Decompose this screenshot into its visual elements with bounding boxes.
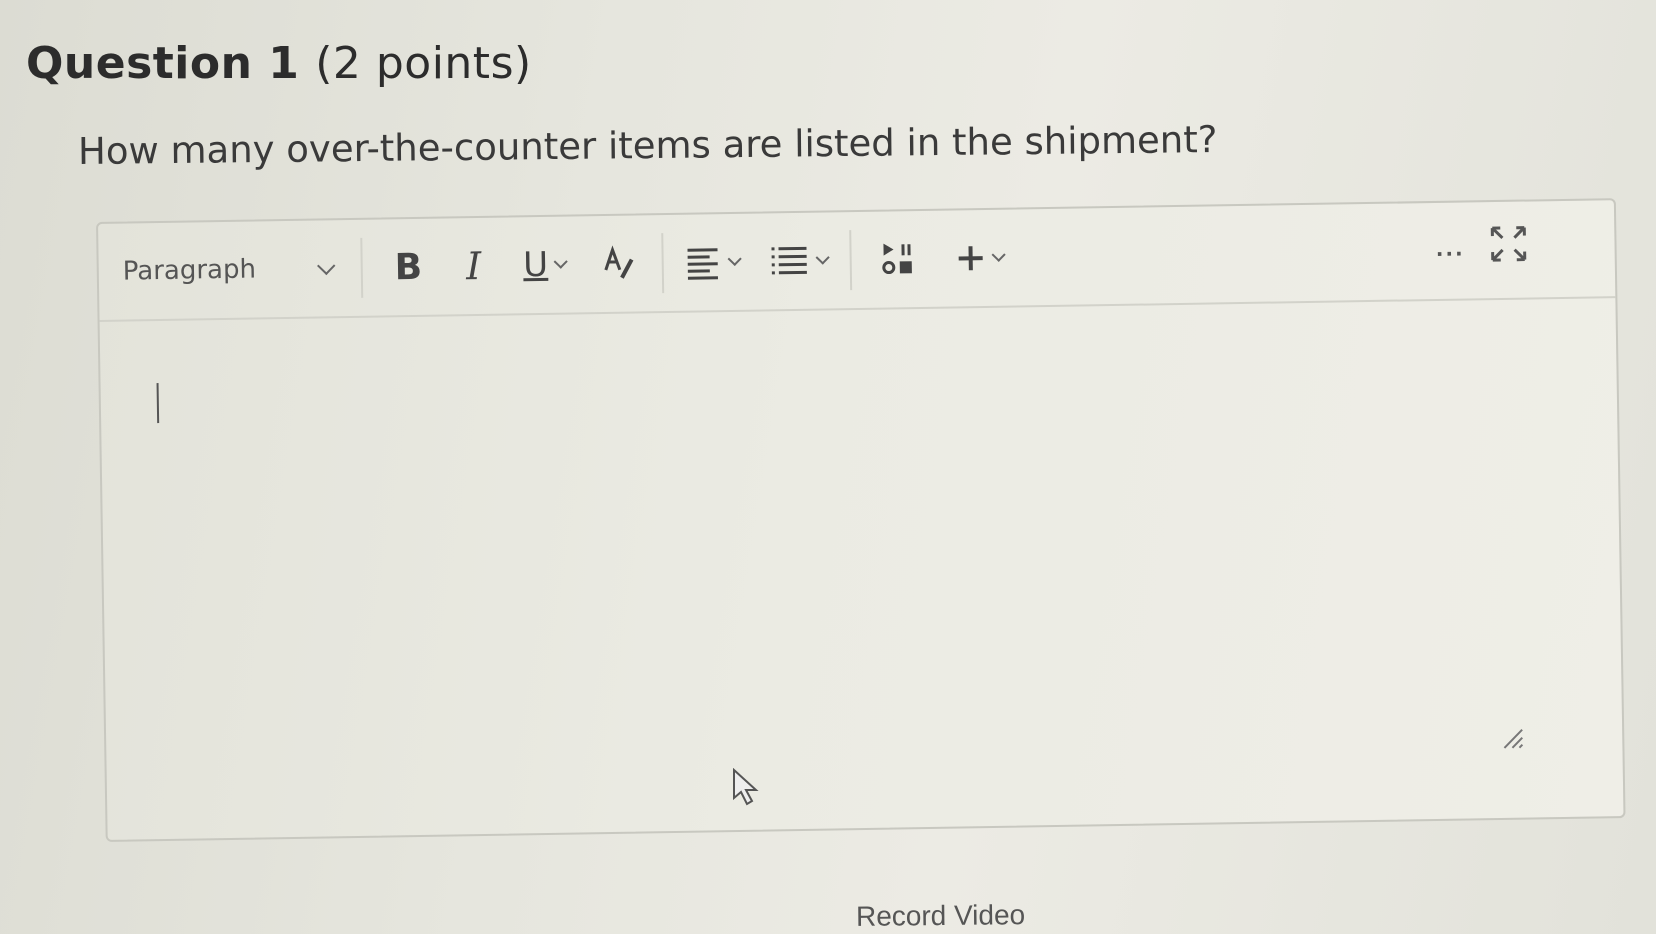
text-cursor bbox=[156, 383, 160, 424]
resize-grip-icon bbox=[1503, 728, 1524, 749]
chevron-down-icon bbox=[727, 251, 743, 267]
paragraph-format-label: Paragraph bbox=[122, 254, 257, 287]
italic-icon: I bbox=[465, 243, 482, 289]
align-button[interactable] bbox=[686, 234, 743, 291]
question-prompt: How many over-the-counter items are list… bbox=[77, 118, 1218, 173]
align-icon bbox=[687, 248, 719, 280]
record-video-link[interactable]: Record Video bbox=[856, 899, 1025, 933]
toolbar-divider bbox=[661, 233, 665, 294]
bold-icon: B bbox=[394, 246, 423, 288]
editor-toolbar: Paragraph B I U ... bbox=[98, 200, 1616, 322]
chevron-down-icon bbox=[553, 254, 569, 269]
insert-button[interactable] bbox=[956, 230, 1007, 287]
rich-text-editor[interactable]: Paragraph B I U ... bbox=[96, 198, 1626, 842]
list-button[interactable] bbox=[770, 233, 831, 290]
resize-handle[interactable] bbox=[1498, 724, 1524, 750]
plus-icon bbox=[959, 246, 984, 271]
mouse-pointer-icon bbox=[732, 767, 764, 812]
expand-icon bbox=[1490, 226, 1527, 262]
chevron-down-icon bbox=[815, 250, 831, 265]
text-color-icon bbox=[604, 245, 634, 279]
underline-icon: U bbox=[522, 244, 549, 286]
list-icon bbox=[771, 246, 808, 275]
italic-button[interactable]: I bbox=[466, 238, 482, 294]
media-icon bbox=[882, 243, 913, 275]
insert-media-button[interactable] bbox=[880, 231, 921, 288]
chevron-down-icon bbox=[317, 256, 336, 275]
question-points: (2 points) bbox=[315, 38, 532, 89]
toolbar-divider bbox=[849, 230, 853, 291]
bold-button[interactable]: B bbox=[394, 239, 422, 295]
question-number: Question 1 bbox=[26, 38, 300, 89]
underline-button[interactable]: U bbox=[522, 237, 569, 294]
text-color-button[interactable] bbox=[600, 235, 641, 292]
more-options-button[interactable]: ... bbox=[1436, 237, 1465, 261]
more-icon: ... bbox=[1435, 236, 1465, 261]
question-title: Question 1 (2 points) bbox=[26, 38, 532, 89]
fullscreen-button[interactable] bbox=[1488, 224, 1529, 265]
paragraph-format-select[interactable]: Paragraph bbox=[122, 237, 364, 302]
chevron-down-icon bbox=[991, 247, 1007, 262]
